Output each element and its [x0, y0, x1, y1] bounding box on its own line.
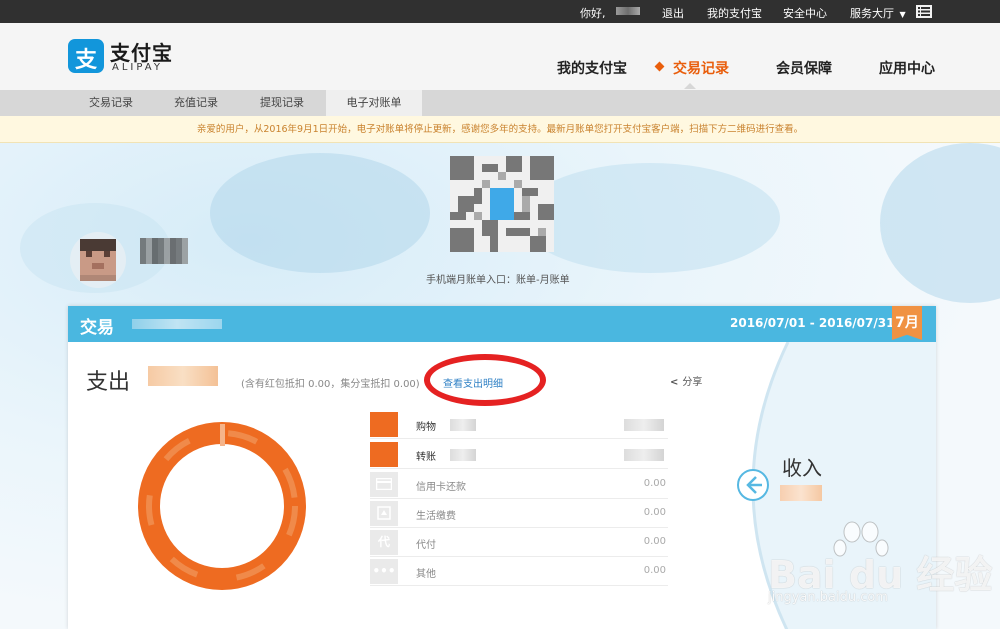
- category-row[interactable]: 转账: [370, 440, 668, 469]
- cloud-decoration: [210, 153, 430, 273]
- share-label: 分享: [682, 377, 703, 388]
- blurred-value: [450, 449, 476, 461]
- blurred-value: [624, 419, 664, 431]
- alipay-logo-icon[interactable]: 支: [68, 39, 104, 73]
- service-hall-label: 服务大厅: [850, 7, 894, 20]
- username-blurred: [140, 238, 188, 264]
- subtab-transactions[interactable]: 交易记录: [70, 90, 152, 116]
- avatar-face: [80, 239, 116, 281]
- watermark-url: jingyan.baidu.com: [768, 590, 888, 605]
- category-value: 0.00: [643, 565, 666, 576]
- logo-char: 支: [74, 47, 97, 73]
- subtab-recharge[interactable]: 充值记录: [155, 90, 237, 116]
- card-header: 交易 2016/07/01 - 2016/07/31: [68, 306, 936, 342]
- brand-name-en: ALIPAY: [112, 62, 163, 73]
- cloud-decoration: [880, 143, 1000, 303]
- proxy-pay-icon: 代: [370, 530, 398, 555]
- dots-icon: •••: [370, 559, 398, 584]
- category-value: 0.00: [643, 536, 666, 547]
- subtab-withdraw[interactable]: 提现记录: [241, 90, 323, 116]
- category-name: 转账: [416, 452, 436, 463]
- income-amount-blurred: [780, 485, 822, 501]
- greeting-text: 你好,: [580, 7, 606, 20]
- caret-down-icon: ▼: [899, 10, 906, 19]
- sub-nav: 交易记录 充值记录 提现记录 电子对账单: [0, 90, 1000, 116]
- income-label: 收入: [782, 456, 822, 480]
- category-row[interactable]: ••• 其他 0.00: [370, 557, 668, 586]
- active-diamond-icon: [654, 61, 665, 72]
- category-name: 购物: [416, 422, 436, 433]
- category-color-swatch: [370, 412, 398, 437]
- cloud-decoration: [520, 163, 780, 273]
- username-blurred: [616, 7, 640, 15]
- category-color-swatch: [370, 442, 398, 467]
- top-bar: 你好, 退出 我的支付宝 安全中心 服务大厅 ▼: [0, 0, 1000, 23]
- expense-note: (含有红包抵扣 0.00，集分宝抵扣 0.00): [241, 379, 420, 390]
- share-button[interactable]: < 分享: [670, 373, 702, 388]
- arrow-left-circle-icon[interactable]: [736, 468, 770, 502]
- nav-member-protection[interactable]: 会员保障: [776, 58, 832, 78]
- menu-list-icon[interactable]: [916, 5, 932, 18]
- bill-icon: [370, 501, 398, 526]
- blurred-value: [450, 419, 476, 431]
- user-avatar[interactable]: [70, 232, 126, 288]
- qr-code-image: [450, 156, 554, 252]
- nav-app-center[interactable]: 应用中心: [879, 58, 935, 78]
- category-name: 生活缴费: [416, 511, 456, 522]
- category-value: 0.00: [643, 478, 666, 489]
- date-range: 2016/07/01 - 2016/07/31: [730, 316, 895, 330]
- category-row[interactable]: 生活缴费 0.00: [370, 499, 668, 528]
- share-icon: <: [670, 377, 679, 388]
- blurred-value: [624, 449, 664, 461]
- my-alipay-link[interactable]: 我的支付宝: [707, 5, 762, 21]
- qr-caption: 手机端月账单入口：账单-月账单: [426, 275, 570, 286]
- main-header: 支 支付宝 ALIPAY 我的支付宝 交易记录 会员保障 应用中心: [0, 23, 1000, 90]
- service-hall-dropdown[interactable]: 服务大厅 ▼: [850, 5, 906, 21]
- logout-link[interactable]: 退出: [662, 5, 684, 21]
- category-name: 其他: [416, 569, 436, 580]
- category-value: 0.00: [643, 507, 666, 518]
- nav-my-alipay[interactable]: 我的支付宝: [557, 58, 627, 78]
- category-row[interactable]: 代 代付 0.00: [370, 528, 668, 557]
- expense-donut-chart: [138, 422, 306, 590]
- category-name: 信用卡还款: [416, 482, 466, 493]
- card-title: 交易: [80, 318, 114, 338]
- security-center-link[interactable]: 安全中心: [783, 5, 827, 21]
- active-caret-icon: [684, 83, 696, 89]
- subtab-e-statement[interactable]: 电子对账单: [326, 90, 422, 116]
- card-icon: [370, 472, 398, 497]
- account-blurred: [132, 319, 222, 329]
- category-name: 代付: [416, 540, 436, 551]
- category-row[interactable]: 信用卡还款 0.00: [370, 470, 668, 499]
- expense-label: 支出: [86, 370, 131, 395]
- nav-transactions[interactable]: 交易记录: [673, 58, 729, 78]
- notice-banner: 亲爱的用户，从2016年9月1日开始，电子对账单将停止更新，感谢您多年的支持。最…: [0, 116, 1000, 143]
- red-highlight-circle: [424, 354, 546, 406]
- expense-amount-blurred: [148, 366, 218, 386]
- category-row[interactable]: 购物: [370, 410, 668, 439]
